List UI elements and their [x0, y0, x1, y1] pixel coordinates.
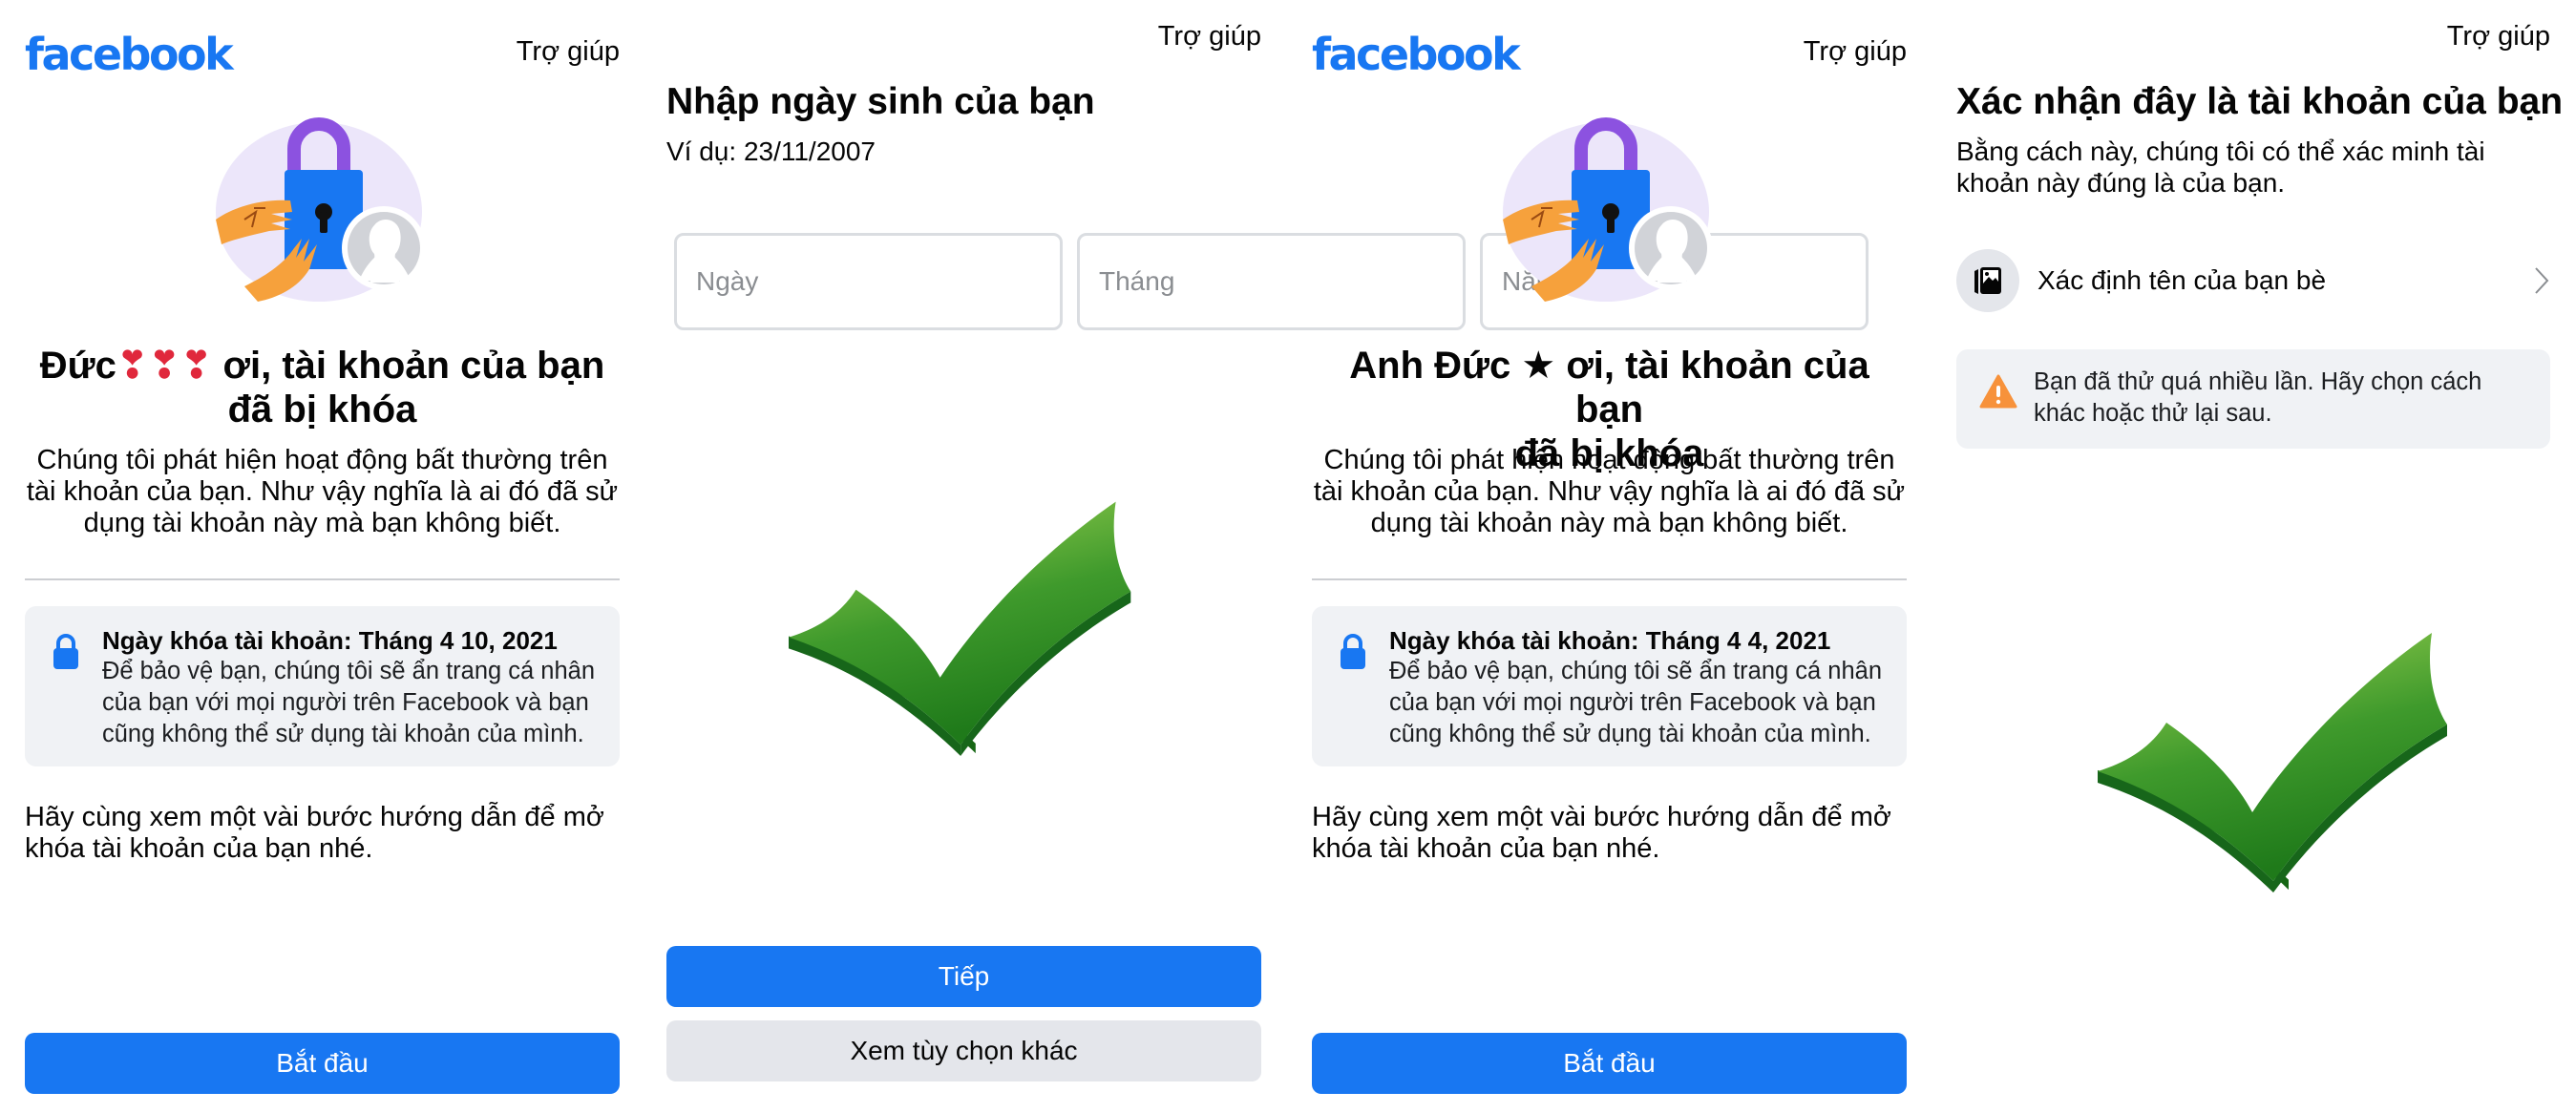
facebook-logo: facebook	[25, 29, 234, 80]
lock-explanation: Để bảo vệ bạn, chúng tôi sẽ ẩn trang cá …	[102, 658, 596, 747]
facebook-logo: facebook	[1312, 29, 1521, 80]
photos-icon	[1974, 267, 2001, 294]
locked-account-illustration	[1503, 105, 1713, 302]
option-identify-friends[interactable]: Xác định tên của bạn bè	[1956, 246, 2550, 315]
page-title: Nhập ngày sinh của bạn	[666, 81, 1095, 122]
lock-icon	[1341, 634, 1365, 669]
description: Chúng tôi phát hiện hoạt động bất thường…	[26, 445, 619, 538]
screen-enter-birthday: Trợ giúp Nhập ngày sinh của bạn Ví dụ: 2…	[666, 0, 1869, 1113]
lock-date-info-box: Ngày khóa tài khoản: Tháng 4 10, 2021 Để…	[25, 606, 620, 766]
warning-box: Bạn đã thử quá nhiều lần. Hãy chọn cách …	[1956, 349, 2550, 449]
day-input[interactable]	[674, 233, 1063, 330]
warning-text: Bạn đã thử quá nhiều lần. Hãy chọn cách …	[2034, 368, 2482, 427]
start-button[interactable]: Bắt đầu	[1312, 1033, 1907, 1094]
guide-text: Hãy cùng xem một vài bước hướng dẫn để m…	[1312, 802, 1891, 864]
help-link[interactable]: Trợ giúp	[1158, 21, 1261, 52]
help-link[interactable]: Trợ giúp	[1804, 36, 1907, 68]
divider	[25, 578, 620, 580]
option-icon-circle	[1956, 249, 2019, 312]
guide-text: Hãy cùng xem một vài bước hướng dẫn để m…	[25, 802, 604, 864]
divider	[1312, 578, 1907, 580]
title-line-1: Đức❣❣❣ ơi, tài khoản của bạn	[39, 345, 605, 387]
heart-exclamation-icon: ❣	[116, 345, 149, 387]
description: Chúng tôi phát hiện hoạt động bất thường…	[1313, 445, 1906, 538]
heart-exclamation-icon: ❣	[148, 345, 180, 387]
screen-confirm-account: Trợ giúp Xác nhận đây là tài khoản của b…	[1956, 0, 2563, 1113]
lock-icon	[53, 634, 78, 669]
option-label: Xác định tên của bạn bè	[2038, 265, 2327, 295]
lock-date: Ngày khóa tài khoản: Tháng 4 4, 2021	[1389, 626, 1831, 655]
page-title: Xác nhận đây là tài khoản của bạn	[1956, 81, 2564, 122]
screen-account-locked-1: facebook Trợ giúp Đức❣❣❣ ơi, tài khoản c…	[25, 0, 620, 1113]
help-link[interactable]: Trợ giúp	[517, 36, 620, 68]
next-button[interactable]: Tiếp	[666, 946, 1261, 1007]
lock-explanation: Để bảo vệ bạn, chúng tôi sẽ ẩn trang cá …	[1389, 658, 1883, 747]
heart-exclamation-icon: ❣	[179, 345, 213, 387]
title-line-1: Anh Đức ★ ơi, tài khoản của bạn	[1349, 345, 1869, 430]
chevron-right-icon	[2535, 267, 2549, 294]
help-link[interactable]: Trợ giúp	[2447, 21, 2550, 52]
more-options-button[interactable]: Xem tùy chọn khác	[666, 1020, 1261, 1082]
birthday-fields	[674, 233, 1869, 330]
lock-date: Ngày khóa tài khoản: Tháng 4 10, 2021	[102, 626, 558, 655]
lock-date-info-box: Ngày khóa tài khoản: Tháng 4 4, 2021 Để …	[1312, 606, 1907, 766]
date-example: Ví dụ: 23/11/2007	[666, 136, 876, 166]
screen-account-locked-2: facebook Trợ giúp Anh Đức ★ ơi, tài khoả…	[1312, 0, 1907, 1113]
green-checkmark-icon	[2098, 616, 2460, 892]
locked-account-illustration	[216, 105, 426, 302]
subtitle: Bằng cách này, chúng tôi có thể xác minh…	[1956, 136, 2485, 198]
page-title: Đức❣❣❣ ơi, tài khoản của bạn đã bị khóa	[25, 344, 620, 431]
warning-icon	[1979, 374, 2017, 409]
start-button[interactable]: Bắt đầu	[25, 1033, 620, 1094]
green-checkmark-icon	[789, 482, 1144, 759]
title-line-2: đã bị khóa	[227, 388, 417, 430]
